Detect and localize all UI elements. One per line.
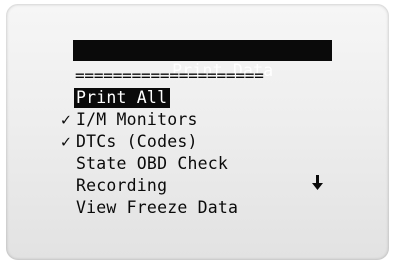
menu-item-label: Print All [74,88,171,108]
screen-title: Print Data [73,40,332,80]
check-icon: ✓ [60,132,72,151]
menu-item-dtcs-codes[interactable]: ✓ DTCs (Codes) [58,132,197,153]
menu-item-label: View Freeze Data [76,198,239,217]
menu-item-recording[interactable]: Recording [58,176,167,197]
menu-item-print-all[interactable]: Print All [58,88,171,109]
down-arrow-icon-glyph [312,175,323,190]
menu-item-label: DTCs (Codes) [76,132,198,151]
menu-item-state-obd-check[interactable]: State OBD Check [58,154,228,175]
down-arrow-icon [312,175,323,194]
lcd-screen: Print Data ==================== Print Al… [6,4,389,260]
title-separator: ==================== [75,66,264,85]
menu-item-view-freeze-data[interactable]: View Freeze Data [58,198,238,219]
menu-item-label: Recording [76,176,168,195]
menu-item-label: I/M Monitors [76,110,198,129]
check-icon: ✓ [60,110,72,129]
menu-item-im-monitors[interactable]: ✓ I/M Monitors [58,110,197,131]
menu-item-label: State OBD Check [76,154,229,173]
